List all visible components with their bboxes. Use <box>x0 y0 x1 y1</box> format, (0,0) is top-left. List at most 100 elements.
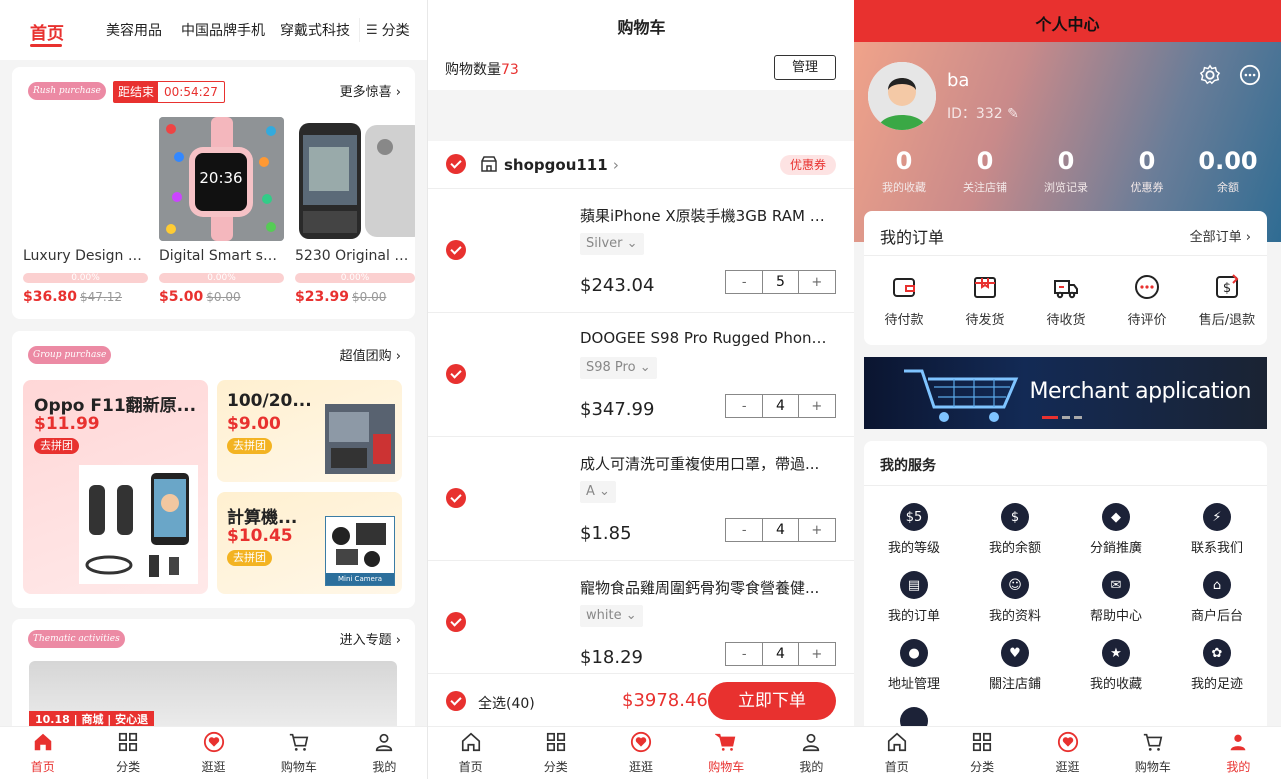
category-button[interactable]: ☰ 分类 <box>359 18 427 42</box>
shop-name[interactable]: shopgou111 › <box>504 156 619 174</box>
product-image[interactable] <box>22 117 148 241</box>
quantity-value[interactable]: 4 <box>762 519 799 541</box>
money-bag-icon: $ <box>1001 503 1029 531</box>
join-group-button[interactable]: 去拼团 <box>34 438 79 454</box>
item-checkbox[interactable] <box>446 612 466 632</box>
tab-wearables[interactable]: 穿戴式科技 <box>280 20 350 40</box>
checkout-button[interactable]: 立即下单 <box>708 682 836 720</box>
join-group-button[interactable]: 去拼团 <box>227 550 272 566</box>
service-my-orders[interactable]: ▤ 我的订单 <box>864 571 964 624</box>
stat-followed-shops[interactable]: 0 关注店铺 <box>945 147 1025 195</box>
order-pending-receipt[interactable]: 待收货 <box>1026 273 1106 328</box>
tab-chinese-phones[interactable]: 中国品牌手机 <box>181 20 265 40</box>
service-my-profile[interactable]: ☺ 我的资料 <box>965 571 1065 624</box>
service-help-center[interactable]: ✉ 帮助中心 <box>1066 571 1166 624</box>
order-pending-review[interactable]: 待评价 <box>1107 273 1187 328</box>
tabbar-home[interactable]: 首页 <box>0 727 85 779</box>
service-address[interactable]: ● 地址管理 <box>864 639 964 692</box>
tabbar-home[interactable]: 首页 <box>428 727 513 779</box>
sku-selector[interactable]: A ⌄ <box>580 481 616 503</box>
gear-icon[interactable] <box>1199 64 1221 86</box>
increase-button[interactable]: + <box>799 519 835 541</box>
merchant-banner[interactable]: Merchant application <box>864 357 1267 429</box>
join-group-button[interactable]: 去拼团 <box>227 438 272 454</box>
tabbar-browse[interactable]: 逛逛 <box>598 727 683 779</box>
stat-history[interactable]: 0 浏览记录 <box>1026 147 1106 195</box>
decrease-button[interactable]: - <box>726 395 762 417</box>
manage-button[interactable]: 管理 <box>774 55 836 80</box>
tabbar-category[interactable]: 分类 <box>513 727 598 779</box>
tabbar-cart[interactable]: 购物车 <box>684 727 769 779</box>
service-merchant-backend[interactable]: ⌂ 商户后台 <box>1167 571 1267 624</box>
item-name[interactable]: 寵物食品雞周圍鈣骨狗零食營養健... <box>580 577 830 598</box>
decrease-button[interactable]: - <box>726 519 762 541</box>
group-deal-card[interactable]: Oppo F11翻新原... $11.99 去拼团 <box>23 380 208 594</box>
carousel-dot[interactable] <box>1074 416 1082 419</box>
tabbar-me[interactable]: 我的 <box>1196 727 1281 779</box>
group-deal-card[interactable]: 計算機... $10.45 去拼团 Mini Camera <box>217 492 402 594</box>
carousel-dot-active[interactable] <box>1042 416 1058 419</box>
more-surprises-link[interactable]: 更多惊喜 › <box>340 81 401 100</box>
order-after-sales[interactable]: $ 售后/退款 <box>1187 273 1267 328</box>
tabbar-home[interactable]: 首页 <box>854 727 939 779</box>
sku-selector[interactable]: Silver ⌄ <box>580 233 644 255</box>
item-name[interactable]: 成人可清洗可重複使用口罩，帶過... <box>580 453 830 474</box>
sku-selector[interactable]: S98 Pro ⌄ <box>580 357 657 379</box>
service-followed-shops[interactable]: ♥ 關注店鋪 <box>965 639 1065 692</box>
increase-button[interactable]: + <box>799 395 835 417</box>
tabbar-cart[interactable]: 购物车 <box>256 727 341 779</box>
carousel-dot[interactable] <box>1062 416 1070 419</box>
quantity-value[interactable]: 4 <box>762 395 799 417</box>
stat-favorites[interactable]: 0 我的收藏 <box>864 147 944 195</box>
product-name[interactable]: Luxury Design M... <box>23 248 150 264</box>
select-all-label[interactable]: 全选(40) <box>478 693 535 713</box>
decrease-button[interactable]: - <box>726 643 762 665</box>
item-checkbox[interactable] <box>446 364 466 384</box>
all-orders-link[interactable]: 全部订单 › <box>1190 226 1251 245</box>
product-image[interactable]: 20:36 <box>159 117 284 241</box>
tab-beauty[interactable]: 美容用品 <box>106 20 162 40</box>
tabbar-me[interactable]: 我的 <box>342 727 427 779</box>
service-distribution[interactable]: ◆ 分銷推廣 <box>1066 503 1166 556</box>
select-all-checkbox[interactable] <box>446 691 466 711</box>
item-name[interactable]: DOOGEE S98 Pro Rugged Phone ... <box>580 329 830 347</box>
product-image[interactable] <box>295 117 415 241</box>
service-my-level[interactable]: $5 我的等级 <box>864 503 964 556</box>
service-my-balance[interactable]: $ 我的余额 <box>965 503 1065 556</box>
group-deal-card[interactable]: 100/20... $9.00 去拼团 <box>217 380 402 482</box>
decrease-button[interactable]: - <box>726 271 762 293</box>
order-pending-shipment[interactable]: 待发货 <box>945 273 1025 328</box>
sku-selector[interactable]: white ⌄ <box>580 605 643 627</box>
product-name[interactable]: 5230 Original Un... <box>295 248 415 264</box>
service-footprints[interactable]: ✿ 我的足迹 <box>1167 639 1267 692</box>
tabbar-category[interactable]: 分类 <box>939 727 1024 779</box>
increase-button[interactable]: + <box>799 271 835 293</box>
thematic-link[interactable]: 进入专题 › <box>340 629 401 648</box>
tabbar-me[interactable]: 我的 <box>769 727 854 779</box>
edit-icon[interactable]: ✎ <box>1007 106 1019 122</box>
item-name[interactable]: 蘋果iPhone X原裝手機3GB RAM 6... <box>580 205 830 226</box>
group-deals-link[interactable]: 超值团购 › <box>340 345 401 364</box>
coupon-button[interactable]: 优惠券 <box>780 155 837 175</box>
tabbar-cart[interactable]: 购物车 <box>1110 727 1195 779</box>
stat-balance[interactable]: 0.00 余额 <box>1188 147 1268 195</box>
chevron-down-icon: ⌄ <box>639 360 651 375</box>
tab-home[interactable]: 首页 <box>30 19 64 44</box>
service-my-favorites[interactable]: ★ 我的收藏 <box>1066 639 1166 692</box>
shop-checkbox[interactable] <box>446 154 466 174</box>
quantity-value[interactable]: 5 <box>762 271 799 293</box>
increase-button[interactable]: + <box>799 643 835 665</box>
tabbar-browse[interactable]: 逛逛 <box>171 727 256 779</box>
order-pending-payment[interactable]: 待付款 <box>864 273 944 328</box>
tabbar-category[interactable]: 分类 <box>85 727 170 779</box>
progress-label: 0.00% <box>207 273 236 283</box>
item-checkbox[interactable] <box>446 240 466 260</box>
stat-coupons[interactable]: 0 优惠券 <box>1107 147 1187 195</box>
service-contact-us[interactable]: ⚡ 联系我们 <box>1167 503 1267 556</box>
chat-icon[interactable] <box>1239 64 1261 86</box>
tabbar-browse[interactable]: 逛逛 <box>1025 727 1110 779</box>
item-checkbox[interactable] <box>446 488 466 508</box>
quantity-value[interactable]: 4 <box>762 643 799 665</box>
product-name[interactable]: Digital Smart sp... <box>159 248 284 264</box>
avatar[interactable] <box>868 62 936 130</box>
